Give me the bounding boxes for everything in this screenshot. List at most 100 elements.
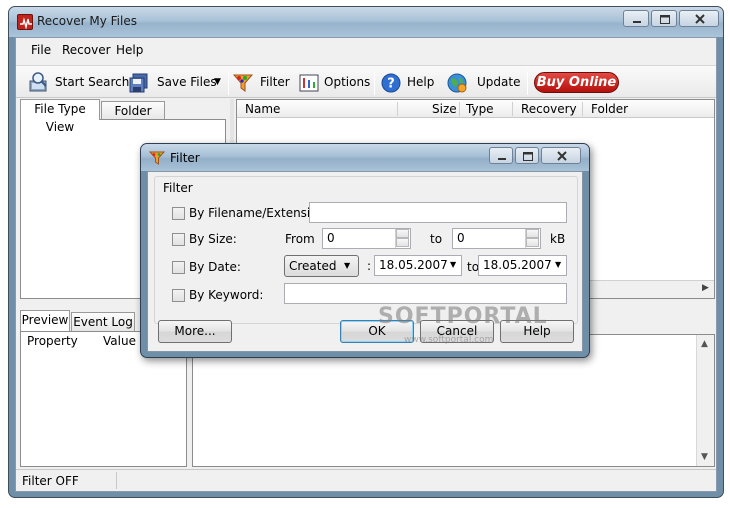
toolbar-separator [374,71,375,95]
column-property[interactable]: Property [27,334,78,348]
size-to-spinner[interactable] [525,229,539,248]
toolbar: Start Search Save Files ▼ Filter Options… [16,65,716,98]
file-list-header: Name Size Type Recovery Folder [237,100,714,118]
size-to-label: to [430,232,443,246]
filter-funnel-icon [232,72,254,94]
column-type[interactable]: Type [466,102,494,116]
by-size-checkbox[interactable] [172,233,185,246]
filter-button[interactable]: Filter [232,71,292,95]
date-separator: : [367,259,372,273]
toolbar-separator [228,71,229,95]
buy-online-button[interactable]: Buy Online [534,72,619,93]
watermark-url: www.softportal.com [404,335,494,345]
help-icon: ? [380,72,402,94]
filter-groupbox: Filter By Filename/Extension: By Size: F… [154,176,578,324]
chevron-down-icon[interactable]: ▼ [555,260,561,269]
by-keyword-label: By Keyword: [189,288,264,302]
close-button[interactable] [679,10,719,27]
update-button[interactable]: Update [446,71,524,95]
minimize-button[interactable] [623,10,649,27]
date-mode-select[interactable]: Created ▼ [284,255,359,277]
by-filename-checkbox[interactable] [172,207,185,220]
date-from-value: 18.05.2007 [379,258,448,272]
column-name[interactable]: Name [245,102,280,116]
toolbar-separator [527,71,528,95]
date-mode-value: Created [289,259,337,273]
menu-file[interactable]: File [31,43,51,57]
spin-down-icon[interactable] [396,238,409,247]
save-files-button[interactable]: Save Files ▼ [128,71,224,95]
watermark-logo: SOFTPORTAL [378,304,548,329]
save-files-label: Save Files [157,75,217,89]
save-icon [128,72,150,94]
menu-recover[interactable]: Recover [62,43,111,57]
scroll-down-icon[interactable]: ▼ [701,452,708,462]
tab-file-type-view[interactable]: File Type View [20,99,100,134]
help-label: Help [407,75,435,89]
app-icon [17,14,33,30]
size-from-input[interactable]: 0 [322,228,411,249]
size-from-spinner[interactable] [395,229,409,248]
chevron-down-icon[interactable]: ▼ [450,260,456,269]
date-from-picker[interactable]: 18.05.2007 ▼ [374,255,462,276]
filter-group-label: Filter [163,181,193,195]
chevron-down-icon: ▼ [344,261,351,270]
more-button[interactable]: More... [158,320,232,343]
menu-help[interactable]: Help [116,43,143,57]
status-divider [116,472,117,489]
column-value[interactable]: Value [103,334,136,348]
filter-label: Filter [260,75,290,89]
column-recovery[interactable]: Recovery [521,102,577,116]
window-title: Recover My Files [37,14,137,28]
tab-event-log[interactable]: Event Log [71,312,135,331]
tab-folder-view[interactable]: Folder View [101,101,165,136]
filename-input[interactable] [309,202,567,223]
start-search-button[interactable]: Start Search [28,71,129,95]
by-date-label: By Date: [189,260,241,274]
column-folder[interactable]: Folder [591,102,628,116]
size-from-label: From [285,232,315,246]
options-icon [298,72,320,94]
options-button[interactable]: Options [298,71,370,95]
date-to-value: 18.05.2007 [483,258,552,272]
dialog-minimize-button[interactable] [489,147,513,164]
filter-funnel-icon [148,150,166,166]
status-bar: Filter OFF [16,469,716,491]
date-to-picker[interactable]: 18.05.2007 ▼ [478,255,567,276]
status-text: Filter OFF [22,474,79,488]
by-keyword-checkbox[interactable] [172,289,185,302]
spin-up-icon[interactable] [526,229,539,238]
size-from-value: 0 [327,231,335,245]
column-divider [459,102,460,116]
spin-down-icon[interactable] [526,238,539,247]
help-button[interactable]: ? Help [380,71,440,95]
dialog-maximize-button[interactable] [515,147,539,164]
dropdown-arrow-icon[interactable]: ▼ [214,77,221,87]
size-to-input[interactable]: 0 [452,228,541,249]
globe-update-icon [446,72,468,94]
spin-up-icon[interactable] [396,229,409,238]
filter-dialog-title-bar[interactable]: Filter [141,144,589,171]
main-title-bar[interactable]: Recover My Files [9,7,723,37]
start-search-label: Start Search [55,75,130,89]
update-label: Update [477,75,521,89]
svg-text:?: ? [387,77,395,92]
vertical-scrollbar[interactable]: ▲ ▼ [696,335,714,466]
filter-dialog-title: Filter [170,151,200,165]
tab-preview[interactable]: Preview [20,310,70,331]
column-divider [397,102,398,116]
column-size[interactable]: Size [432,102,457,116]
options-label: Options [324,75,371,89]
by-date-checkbox[interactable] [172,261,185,274]
column-divider [582,102,583,116]
column-divider [512,102,513,116]
by-size-label: By Size: [189,232,237,246]
keyword-input[interactable] [284,283,567,304]
scroll-right-icon[interactable]: ▶ [702,283,709,293]
search-computer-icon [28,72,50,94]
size-to-value: 0 [457,231,465,245]
size-unit-label: kB [550,232,566,246]
maximize-button[interactable] [651,10,677,27]
dialog-close-button[interactable] [541,147,581,164]
scroll-up-icon[interactable]: ▲ [701,339,708,349]
